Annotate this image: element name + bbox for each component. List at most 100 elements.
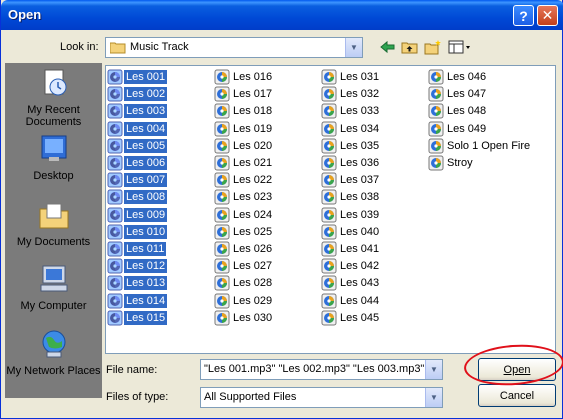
media-file-icon bbox=[321, 310, 337, 326]
chevron-down-icon[interactable]: ▼ bbox=[425, 360, 442, 379]
look-in-value: Music Track bbox=[130, 41, 189, 53]
file-item[interactable]: Les 012 bbox=[107, 258, 210, 274]
file-item[interactable]: Les 046 bbox=[428, 69, 531, 85]
file-item[interactable]: Les 030 bbox=[214, 310, 317, 326]
file-item-label: Les 016 bbox=[233, 71, 273, 83]
file-item[interactable]: Solo 1 Open Fire bbox=[428, 138, 531, 154]
cancel-button[interactable]: Cancel bbox=[478, 384, 556, 407]
file-item[interactable]: Les 023 bbox=[214, 189, 317, 205]
file-item[interactable]: Les 048 bbox=[428, 103, 531, 119]
file-item[interactable]: Les 006 bbox=[107, 155, 210, 171]
file-item[interactable]: Stroy bbox=[428, 155, 531, 171]
file-item[interactable]: Les 041 bbox=[321, 241, 424, 257]
file-item[interactable]: Les 026 bbox=[214, 241, 317, 257]
file-item[interactable]: Les 033 bbox=[321, 103, 424, 119]
file-item[interactable]: Les 003 bbox=[107, 103, 210, 119]
file-item[interactable]: Les 032 bbox=[321, 86, 424, 102]
file-item[interactable]: Les 005 bbox=[107, 138, 210, 154]
chevron-down-icon[interactable]: ▼ bbox=[425, 388, 442, 407]
file-item-label: Les 004 bbox=[124, 121, 168, 136]
file-item[interactable]: Les 031 bbox=[321, 69, 424, 85]
file-item[interactable]: Les 035 bbox=[321, 138, 424, 154]
media-file-icon bbox=[107, 224, 123, 240]
file-item[interactable]: Les 044 bbox=[321, 293, 424, 309]
file-item[interactable]: Les 002 bbox=[107, 86, 210, 102]
file-item-label: Les 013 bbox=[124, 276, 168, 291]
file-item[interactable]: Les 001 bbox=[107, 69, 210, 85]
help-button[interactable]: ? bbox=[513, 5, 534, 26]
file-item[interactable]: Les 047 bbox=[428, 86, 531, 102]
file-item-label: Les 009 bbox=[124, 207, 168, 222]
file-item-label: Les 029 bbox=[233, 294, 273, 307]
media-file-icon bbox=[214, 258, 230, 274]
file-item[interactable]: Les 021 bbox=[214, 155, 317, 171]
title-bar[interactable]: Open ? ✕ bbox=[1, 0, 563, 30]
file-list[interactable]: Les 001 Les 002 Les 003 Les 004 Les 005 Les 0… bbox=[105, 65, 556, 354]
file-item[interactable]: Les 027 bbox=[214, 258, 317, 274]
file-type-value: All Supported Files bbox=[204, 391, 297, 403]
file-item[interactable]: Les 025 bbox=[214, 224, 317, 240]
file-item[interactable]: Les 045 bbox=[321, 310, 424, 326]
file-item[interactable]: Les 018 bbox=[214, 103, 317, 119]
file-item[interactable]: Les 038 bbox=[321, 189, 424, 205]
close-button[interactable]: ✕ bbox=[537, 5, 558, 26]
file-item[interactable]: Les 039 bbox=[321, 207, 424, 223]
look-in-combo[interactable]: Music Track ▼ bbox=[105, 37, 363, 58]
file-item[interactable]: Les 010 bbox=[107, 224, 210, 240]
media-file-icon bbox=[107, 207, 123, 223]
file-item[interactable]: Les 015 bbox=[107, 310, 210, 326]
file-item[interactable]: Les 014 bbox=[107, 293, 210, 309]
media-file-icon bbox=[107, 69, 123, 85]
file-item[interactable]: Les 020 bbox=[214, 138, 317, 154]
file-item[interactable]: Les 017 bbox=[214, 86, 317, 102]
file-item[interactable]: Les 019 bbox=[214, 121, 317, 137]
file-item[interactable]: Les 013 bbox=[107, 275, 210, 291]
file-item[interactable]: Les 016 bbox=[214, 69, 317, 85]
file-item[interactable]: Les 008 bbox=[107, 189, 210, 205]
file-item-label: Les 005 bbox=[124, 138, 168, 153]
up-folder-icon[interactable] bbox=[401, 39, 419, 55]
file-item-label: Les 024 bbox=[233, 208, 273, 221]
file-item[interactable]: Les 029 bbox=[214, 293, 317, 309]
cancel-button-label: Cancel bbox=[499, 389, 535, 402]
media-file-icon bbox=[107, 121, 123, 137]
file-type-label: Files of type: bbox=[106, 391, 169, 403]
media-file-icon bbox=[321, 86, 337, 102]
file-item[interactable]: Les 004 bbox=[107, 121, 210, 137]
media-file-icon bbox=[107, 172, 123, 188]
place-desktop[interactable]: Desktop bbox=[5, 133, 102, 182]
file-item[interactable]: Les 037 bbox=[321, 172, 424, 188]
file-type-select[interactable]: All Supported Files ▼ bbox=[200, 387, 443, 408]
media-file-icon bbox=[321, 189, 337, 205]
file-item[interactable]: Les 024 bbox=[214, 207, 317, 223]
open-dialog: Open ? ✕ Look in: Music Track ▼ My Recen… bbox=[0, 0, 563, 419]
media-file-icon bbox=[321, 103, 337, 119]
view-menu-icon[interactable] bbox=[448, 39, 472, 55]
my-documents-icon bbox=[39, 203, 68, 229]
file-item[interactable]: Les 049 bbox=[428, 121, 531, 137]
file-name-input[interactable]: "Les 001.mp3" "Les 002.mp3" "Les 003.mp3… bbox=[200, 359, 443, 380]
new-folder-icon[interactable] bbox=[424, 39, 442, 55]
file-item-label: Les 031 bbox=[340, 71, 380, 83]
file-item[interactable]: Les 034 bbox=[321, 121, 424, 137]
file-item[interactable]: Les 009 bbox=[107, 207, 210, 223]
file-name-value: "Les 001.mp3" "Les 002.mp3" "Les 003.mp3… bbox=[204, 363, 424, 375]
place-recent-documents[interactable]: My Recent Documents bbox=[5, 67, 102, 128]
file-item[interactable]: Les 040 bbox=[321, 224, 424, 240]
file-item[interactable]: Les 042 bbox=[321, 258, 424, 274]
place-my-documents[interactable]: My Documents bbox=[5, 199, 102, 248]
chevron-down-icon[interactable]: ▼ bbox=[345, 38, 362, 57]
file-item[interactable]: Les 011 bbox=[107, 241, 210, 257]
file-item-label: Solo 1 Open Fire bbox=[447, 139, 531, 152]
file-item-label: Les 030 bbox=[233, 311, 273, 324]
file-item[interactable]: Les 028 bbox=[214, 275, 317, 291]
place-my-computer[interactable]: My Computer bbox=[5, 263, 102, 312]
file-item[interactable]: Les 036 bbox=[321, 155, 424, 171]
place-label: My Documents bbox=[16, 236, 91, 248]
file-item[interactable]: Les 007 bbox=[107, 172, 210, 188]
file-item[interactable]: Les 022 bbox=[214, 172, 317, 188]
file-item-label: Les 018 bbox=[233, 105, 273, 118]
place-network[interactable]: My Network Places bbox=[5, 328, 102, 377]
back-arrow-icon[interactable] bbox=[379, 39, 397, 55]
file-item[interactable]: Les 043 bbox=[321, 275, 424, 291]
